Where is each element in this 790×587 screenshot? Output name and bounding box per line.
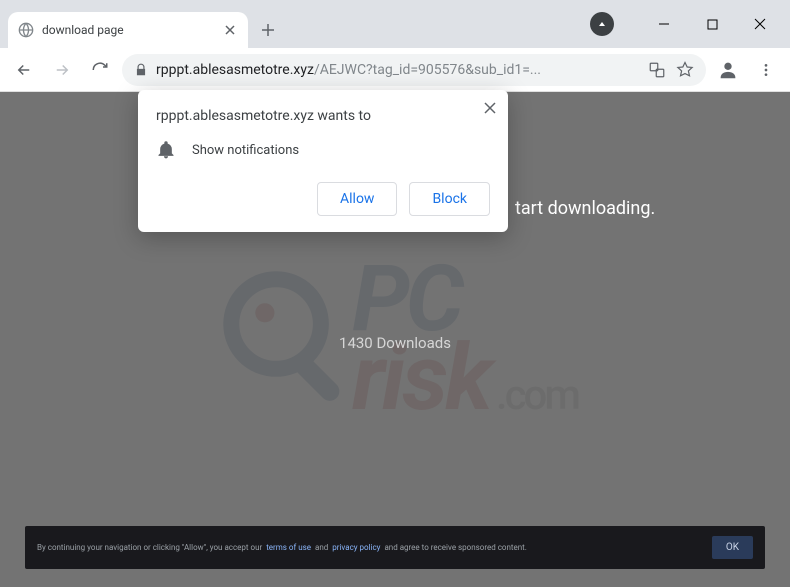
url-text: rpppt.ablesasmetotre.xyz/AEJWC?tag_id=90… <box>156 62 640 78</box>
prompt-permission-text: Show notifications <box>192 143 299 158</box>
tab-title: download page <box>42 23 214 37</box>
allow-button[interactable]: Allow <box>317 182 397 216</box>
consent-bar: By continuing your navigation or clickin… <box>25 526 765 569</box>
profile-button[interactable] <box>712 54 744 86</box>
block-button[interactable]: Block <box>409 182 490 216</box>
minimize-button[interactable] <box>642 8 686 40</box>
download-count: 1430 Downloads <box>0 334 790 352</box>
bookmark-icon[interactable] <box>676 61 694 79</box>
titlebar: download page <box>0 0 790 48</box>
privacy-link[interactable]: privacy policy <box>332 543 380 552</box>
new-tab-button[interactable] <box>254 16 282 44</box>
terms-link[interactable]: terms of use <box>266 543 311 552</box>
close-window-button[interactable] <box>738 8 782 40</box>
lock-icon <box>134 63 148 77</box>
maximize-button[interactable] <box>690 8 734 40</box>
reload-button[interactable] <box>84 54 116 86</box>
menu-button[interactable] <box>750 54 782 86</box>
consent-text: By continuing your navigation or clickin… <box>37 543 527 552</box>
prompt-origin: rpppt.ablesasmetotre.xyz wants to <box>156 108 490 124</box>
browser-tab[interactable]: download page <box>8 12 248 48</box>
translate-icon[interactable] <box>648 61 666 79</box>
consent-ok-button[interactable]: OK <box>712 536 753 559</box>
globe-icon <box>18 22 34 38</box>
page-content: PC risk.com tart downloading. 1430 Downl… <box>0 92 790 587</box>
close-icon[interactable] <box>484 102 496 114</box>
forward-button <box>46 54 78 86</box>
notification-permission-prompt: rpppt.ablesasmetotre.xyz wants to Show n… <box>138 90 508 232</box>
back-button[interactable] <box>8 54 40 86</box>
address-bar[interactable]: rpppt.ablesasmetotre.xyz/AEJWC?tag_id=90… <box>122 54 706 86</box>
close-tab-icon[interactable] <box>222 22 238 38</box>
bell-icon <box>156 140 176 160</box>
page-instruction: tart downloading. <box>515 198 655 219</box>
toolbar: rpppt.ablesasmetotre.xyz/AEJWC?tag_id=90… <box>0 48 790 92</box>
window-controls <box>590 0 790 48</box>
incognito-icon <box>590 12 614 36</box>
